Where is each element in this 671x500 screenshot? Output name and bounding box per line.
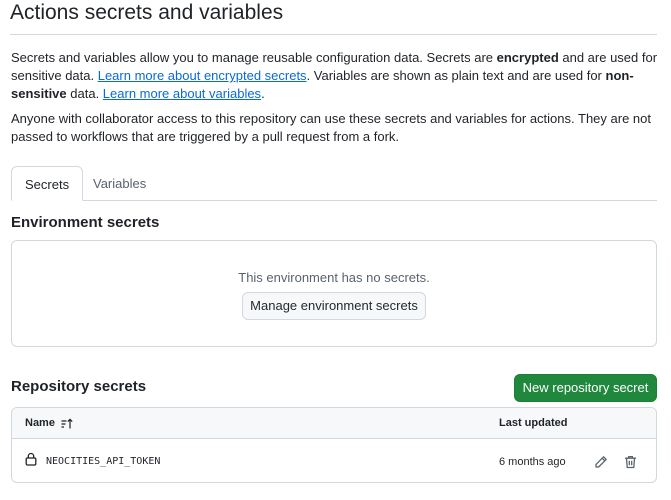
tab-variables[interactable]: Variables: [80, 166, 159, 201]
environment-secrets-panel: This environment has no secrets. Manage …: [11, 240, 657, 347]
variables-docs-link[interactable]: Learn more about variables: [103, 86, 261, 101]
tab-bar: Secrets Variables: [11, 166, 657, 201]
environment-empty-message: This environment has no secrets.: [238, 270, 430, 285]
tab-secrets[interactable]: Secrets: [11, 166, 84, 201]
table-row: NEOCITIES_API_TOKEN 6 months ago: [12, 440, 656, 482]
access-note: Anyone with collaborator access to this …: [11, 111, 651, 144]
trash-icon: [624, 455, 636, 469]
column-header-name: Name: [25, 408, 73, 439]
manage-environment-secrets-button[interactable]: Manage environment secrets: [242, 292, 426, 320]
secret-last-updated: 6 months ago: [499, 456, 566, 468]
sort-ascending-icon[interactable]: [61, 418, 73, 430]
edit-secret-button[interactable]: [590, 451, 612, 473]
lock-icon: [25, 452, 37, 469]
secret-name: NEOCITIES_API_TOKEN: [46, 456, 161, 467]
column-name-label: Name: [25, 417, 55, 429]
encrypted-secrets-docs-link[interactable]: Learn more about encrypted secrets: [98, 68, 307, 83]
environment-secrets-heading: Environment secrets: [11, 214, 160, 231]
delete-secret-button[interactable]: [619, 451, 641, 473]
pencil-icon: [595, 456, 607, 468]
intro-text: .: [261, 86, 265, 101]
repository-secrets-heading: Repository secrets: [11, 378, 147, 395]
repository-secrets-table: Name Last updated NEOCITIES_API_TOKEN 6 …: [11, 407, 657, 483]
new-repository-secret-button[interactable]: New repository secret: [514, 374, 657, 402]
title-divider: [10, 34, 657, 35]
intro-text: Secrets and variables allow you to manag…: [11, 50, 497, 65]
intro-text: data.: [66, 86, 103, 101]
page-title: Actions secrets and variables: [10, 1, 284, 24]
column-header-last-updated: Last updated: [499, 417, 568, 429]
intro-emphasis-encrypted: encrypted: [496, 50, 559, 65]
table-header: Name Last updated: [12, 408, 656, 439]
intro-paragraph: Secrets and variables allow you to manag…: [11, 49, 659, 103]
intro-text: . Variables are shown as plain text and …: [306, 68, 606, 83]
